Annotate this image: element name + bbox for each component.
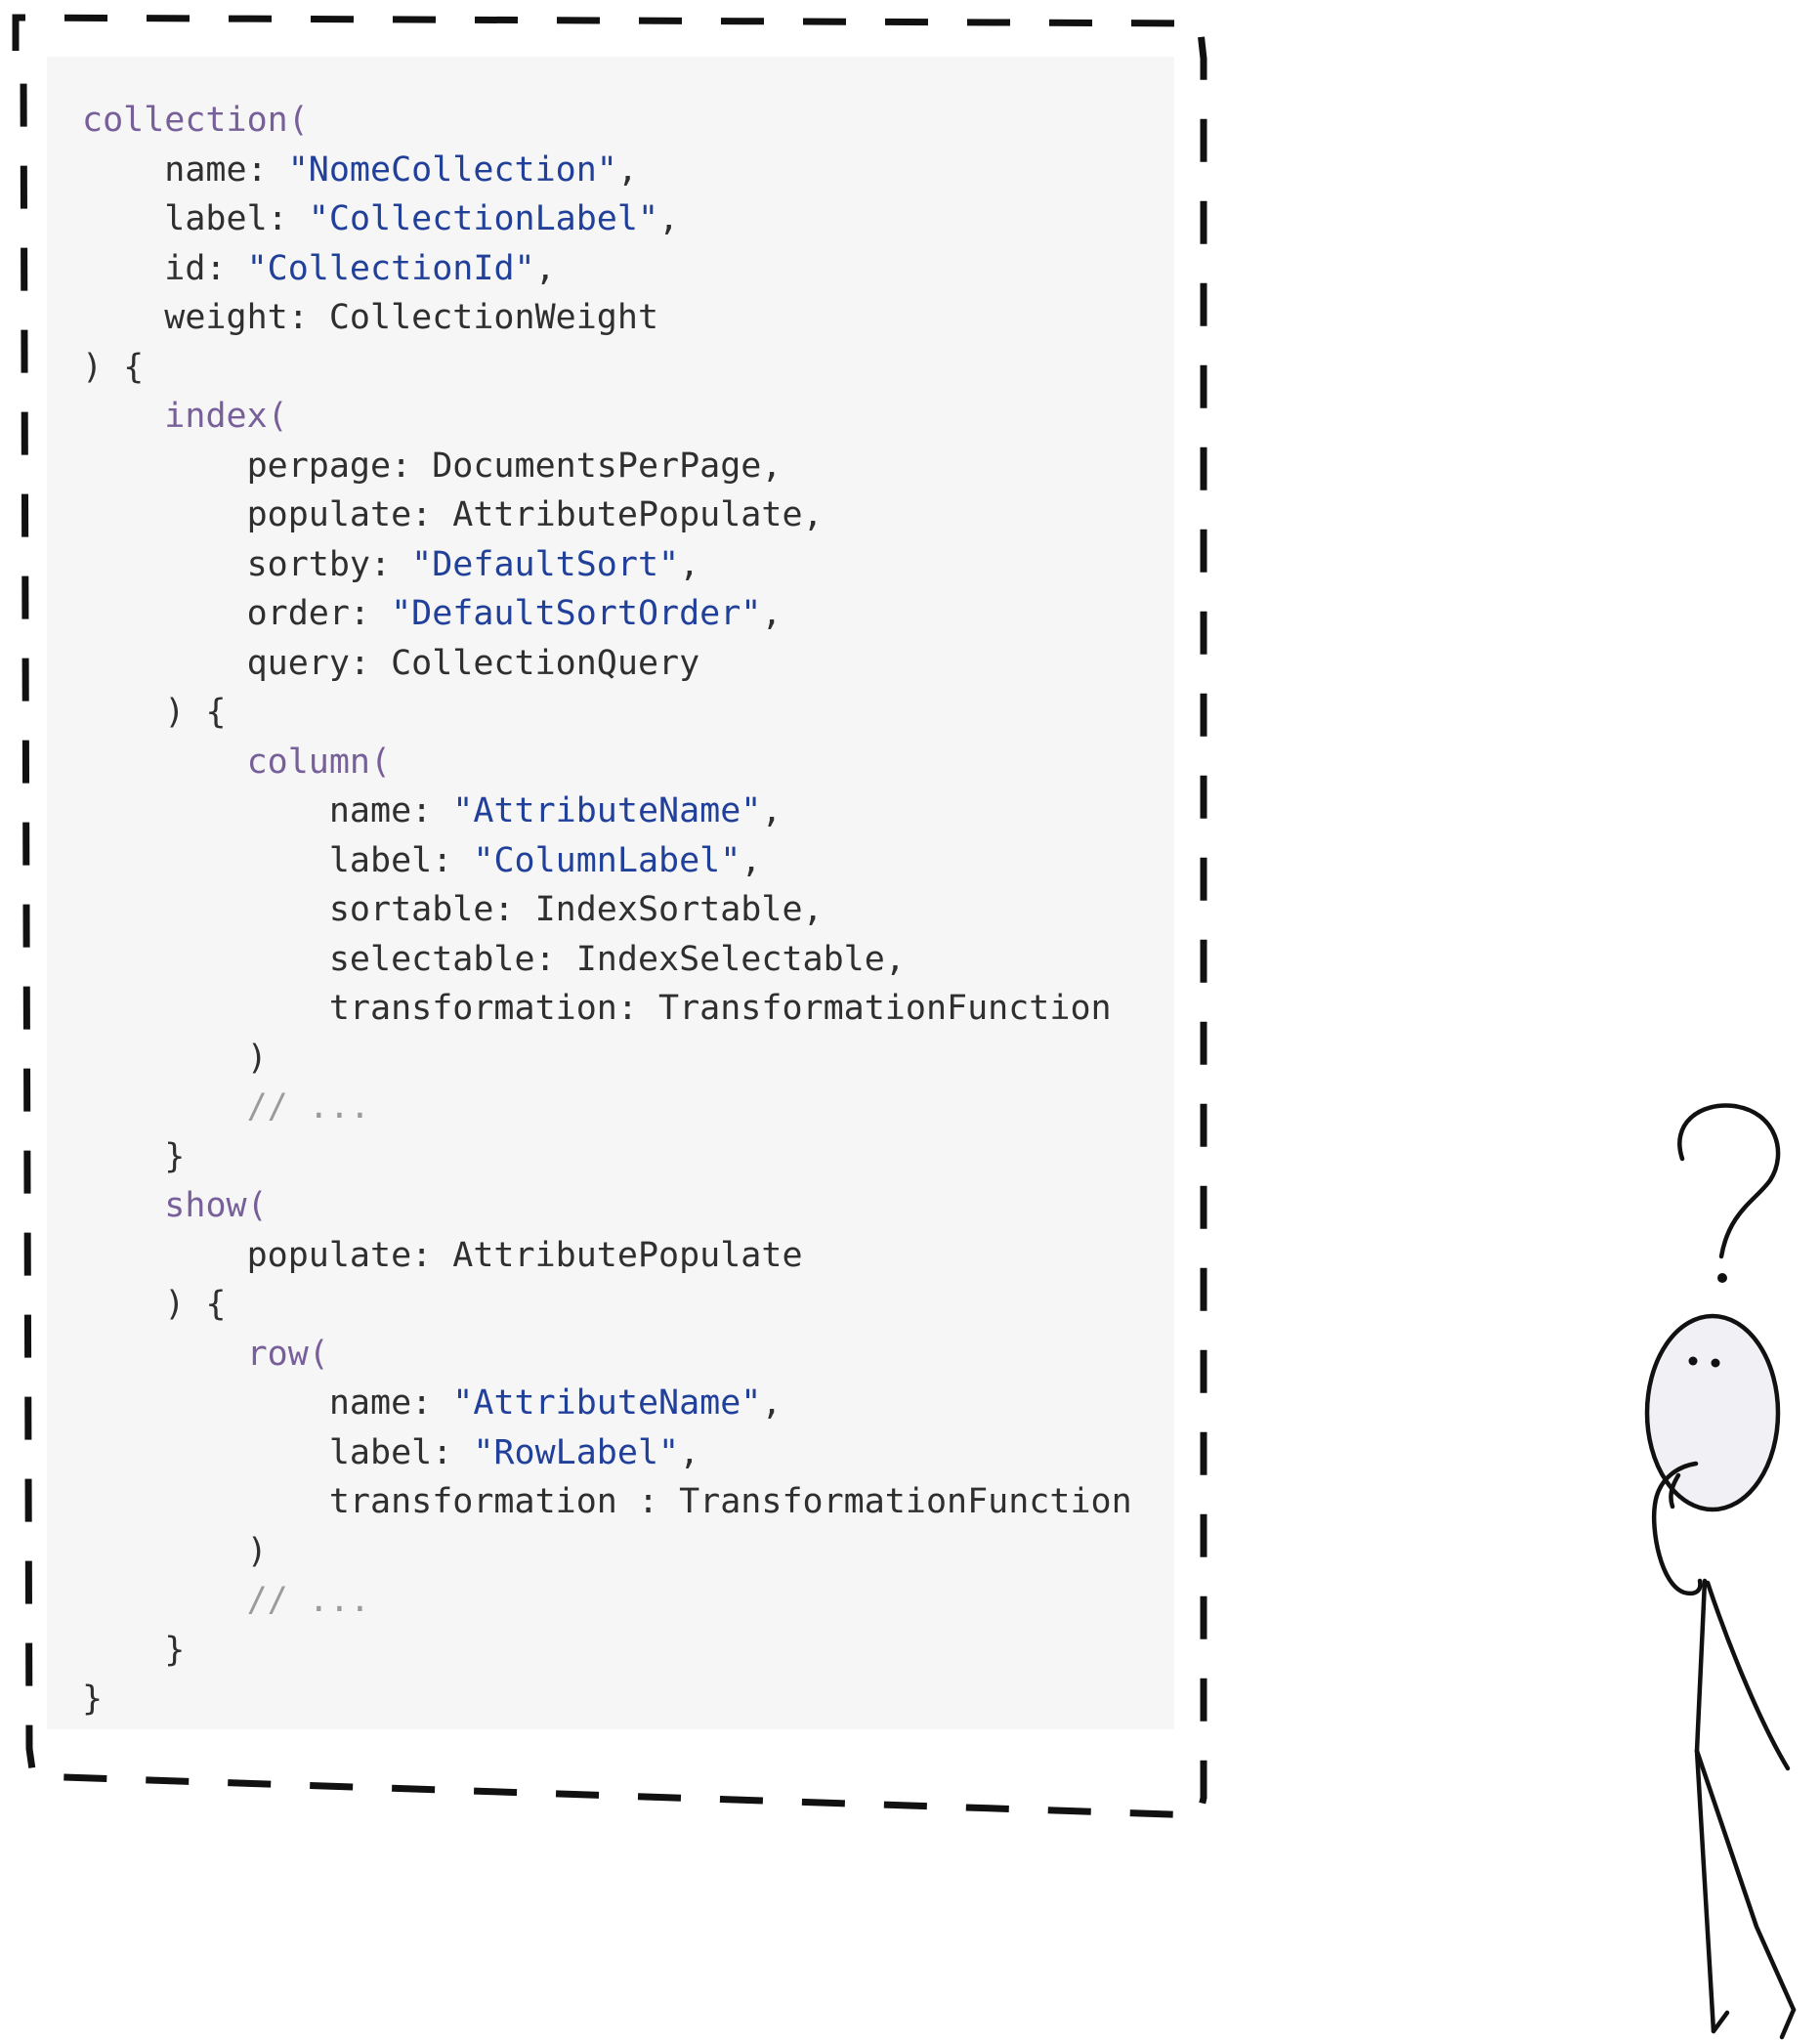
code-line: transformation : TransformationFunction (82, 1477, 1132, 1527)
code-token: column( (246, 742, 392, 782)
code-line: ) (82, 1034, 1132, 1084)
right-arm (1705, 1580, 1791, 1771)
code-line: // ... (82, 1083, 1132, 1132)
code-block: collection( name: "NomeCollection", labe… (82, 96, 1132, 1724)
code-token: row( (246, 1334, 329, 1374)
code-token: collection( (82, 101, 309, 140)
code-token: , (616, 149, 638, 190)
code-token: , (761, 1383, 783, 1423)
code-token: label: (82, 840, 474, 880)
code-token: name: (82, 149, 288, 190)
code-token: , (679, 1432, 700, 1472)
code-token: sortby: (82, 544, 412, 584)
code-line: name: "AttributeName", (82, 787, 1132, 836)
code-token: name: (82, 791, 453, 830)
code-line: index( (82, 392, 1132, 442)
code-token: , (679, 544, 700, 584)
code-line: } (82, 1626, 1132, 1676)
code-token: ) { (82, 347, 145, 387)
code-token: transformation: TransformationFunction (82, 989, 1112, 1028)
code-line: column( (82, 738, 1132, 787)
code-token: ) (82, 1038, 268, 1078)
code-line: ) { (82, 343, 1132, 393)
code-token: index( (164, 397, 288, 436)
code-line: weight: CollectionWeight (82, 293, 1132, 343)
code-token: "DefaultSort" (411, 544, 680, 584)
code-token: ) (82, 1531, 268, 1571)
code-token: "CollectionId" (246, 248, 535, 288)
code-line: id: "CollectionId", (82, 244, 1132, 294)
code-token: , (761, 791, 783, 830)
code-line: ) (82, 1527, 1132, 1577)
code-panel: collection( name: "NomeCollection", labe… (47, 57, 1174, 1729)
code-token: label: (82, 1432, 474, 1472)
code-token: , (534, 248, 556, 288)
code-token: transformation : TransformationFunction (82, 1482, 1132, 1521)
code-token: "ColumnLabel" (473, 840, 741, 880)
code-token: , (761, 594, 783, 633)
code-line: row( (82, 1330, 1132, 1380)
code-token: weight: CollectionWeight (82, 298, 659, 337)
body (1694, 1578, 1708, 1754)
code-token: order: (82, 594, 392, 633)
code-line: // ... (82, 1576, 1132, 1626)
eye-left (1688, 1356, 1698, 1366)
code-line: transformation: TransformationFunction (82, 984, 1132, 1034)
code-token: , (658, 199, 680, 238)
code-token: label: (82, 199, 309, 238)
code-line: ) { (82, 1280, 1132, 1330)
code-line: populate: AttributePopulate, (82, 490, 1132, 540)
code-token: query: CollectionQuery (82, 643, 700, 683)
code-line: name: "AttributeName", (82, 1379, 1132, 1428)
code-token: } (82, 1136, 186, 1176)
code-line: selectable: IndexSelectable, (82, 935, 1132, 985)
code-token: populate: AttributePopulate, (82, 495, 824, 534)
code-line: sortby: "DefaultSort", (82, 540, 1132, 590)
code-token: sortable: IndexSortable, (82, 890, 824, 929)
code-token: ) { (82, 1285, 227, 1324)
code-line: } (82, 1132, 1132, 1182)
code-line: populate: AttributePopulate (82, 1231, 1132, 1281)
code-token: "AttributeName" (452, 791, 762, 830)
code-line: label: "CollectionLabel", (82, 194, 1132, 244)
code-token: "CollectionLabel" (308, 199, 659, 238)
code-token: id: (82, 248, 247, 288)
code-line: order: "DefaultSortOrder", (82, 589, 1132, 639)
code-token: selectable: IndexSelectable, (82, 939, 906, 979)
code-token: } (82, 1680, 104, 1719)
code-line: query: CollectionQuery (82, 639, 1132, 689)
code-token: , (741, 840, 762, 880)
stick-figure-thinking (1644, 1103, 1797, 2040)
code-line: } (82, 1675, 1132, 1724)
code-token: populate: AttributePopulate (82, 1235, 803, 1275)
code-token: "NomeCollection" (287, 149, 617, 190)
code-line: perpage: DocumentsPerPage, (82, 442, 1132, 491)
code-token: "DefaultSortOrder" (391, 594, 762, 633)
code-line: sortable: IndexSortable, (82, 885, 1132, 935)
question-mark-icon (1677, 1103, 1781, 1259)
code-token: // ... (82, 1581, 371, 1620)
code-token: "AttributeName" (452, 1383, 762, 1423)
code-token: perpage: DocumentsPerPage, (82, 446, 783, 486)
code-line: label: "RowLabel", (82, 1428, 1132, 1478)
code-token: name: (82, 1383, 453, 1423)
code-token: show( (164, 1186, 268, 1225)
code-line: collection( (82, 96, 1132, 146)
eye-right (1711, 1358, 1720, 1368)
code-token: // ... (82, 1087, 371, 1127)
code-line: label: "ColumnLabel", (82, 836, 1132, 886)
code-line: show( (82, 1181, 1132, 1231)
code-token: "RowLabel" (473, 1432, 680, 1472)
code-line: name: "NomeCollection", (82, 146, 1132, 195)
code-line: ) { (82, 688, 1132, 738)
code-token: } (82, 1630, 186, 1670)
code-token: ) { (82, 693, 227, 732)
